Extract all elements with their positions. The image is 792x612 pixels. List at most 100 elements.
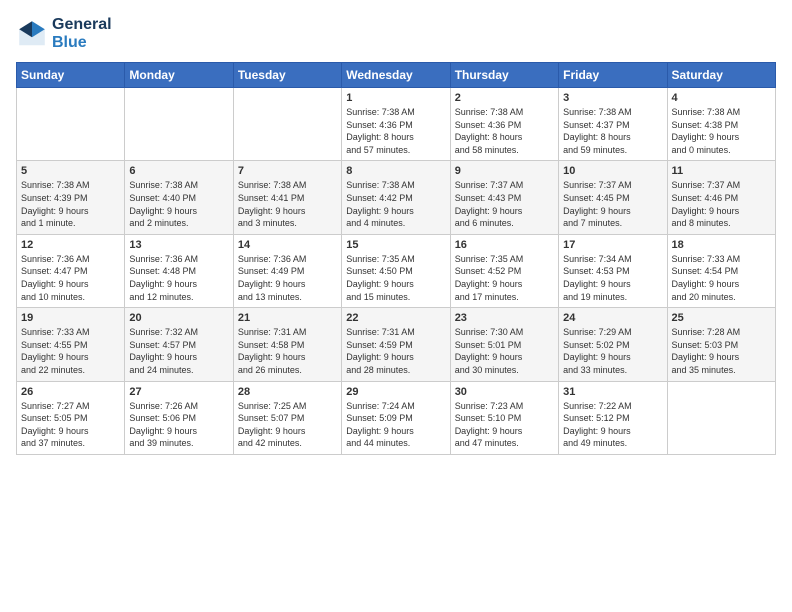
day-number: 18 [672,239,771,251]
week-row-1: 1Sunrise: 7:38 AM Sunset: 4:36 PM Daylig… [17,88,776,161]
day-info: Sunrise: 7:31 AM Sunset: 4:59 PM Dayligh… [346,326,445,376]
calendar-table: SundayMondayTuesdayWednesdayThursdayFrid… [16,62,776,455]
calendar-cell: 23 Sunrise: 7:30 AM Sunset: 5:01 PM Dayli… [450,308,558,381]
calendar-cell: 18Sunrise: 7:33 AM Sunset: 4:54 PM Dayli… [667,234,775,307]
day-number: 26 [21,386,120,398]
day-info: Sunrise: 7:23 AM Sunset: 5:10 PM Dayligh… [455,400,554,450]
day-info: Sunrise: 7:38 AM Sunset: 4:42 PM Dayligh… [346,179,445,229]
calendar-cell: 28 Sunrise: 7:25 AM Sunset: 5:07 PM Dayli… [233,381,341,454]
calendar-cell: 16 Sunrise: 7:35 AM Sunset: 4:52 PM Dayli… [450,234,558,307]
week-row-3: 12 Sunrise: 7:36 AM Sunset: 4:47 PM Dayli… [17,234,776,307]
weekday-header-saturday: Saturday [667,63,775,88]
day-info: Sunrise: 7:25 AM Sunset: 5:07 PM Dayligh… [238,400,337,450]
calendar-cell: 24Sunrise: 7:29 AM Sunset: 5:02 PM Dayli… [559,308,667,381]
day-number: 15 [346,239,445,251]
day-number: 25 [672,312,771,324]
day-number: 31 [563,386,662,398]
day-info: Sunrise: 7:38 AM Sunset: 4:40 PM Dayligh… [129,179,228,229]
calendar-cell: 2 Sunrise: 7:38 AM Sunset: 4:36 PM Daylig… [450,88,558,161]
day-number: 12 [21,239,120,251]
calendar-cell: 25 Sunrise: 7:28 AM Sunset: 5:03 PM Dayli… [667,308,775,381]
calendar-cell: 21 Sunrise: 7:31 AM Sunset: 4:58 PM Dayli… [233,308,341,381]
weekday-header-monday: Monday [125,63,233,88]
day-number: 11 [672,165,771,177]
day-number: 7 [238,165,337,177]
calendar-cell: 14 Sunrise: 7:36 AM Sunset: 4:49 PM Dayli… [233,234,341,307]
calendar-cell: 29 Sunrise: 7:24 AM Sunset: 5:09 PM Dayli… [342,381,450,454]
calendar-cell: 11 Sunrise: 7:37 AM Sunset: 4:46 PM Dayli… [667,161,775,234]
day-number: 8 [346,165,445,177]
day-info: Sunrise: 7:36 AM Sunset: 4:49 PM Dayligh… [238,253,337,303]
day-number: 6 [129,165,228,177]
calendar-cell [125,88,233,161]
logo-icon [16,18,48,50]
day-info: Sunrise: 7:28 AM Sunset: 5:03 PM Dayligh… [672,326,771,376]
day-number: 3 [563,92,662,104]
day-number: 22 [346,312,445,324]
day-number: 5 [21,165,120,177]
page-header: General Blue [16,16,776,52]
day-number: 13 [129,239,228,251]
day-info: Sunrise: 7:38 AM Sunset: 4:37 PM Dayligh… [563,106,662,156]
day-number: 14 [238,239,337,251]
day-number: 16 [455,239,554,251]
day-info: Sunrise: 7:36 AM Sunset: 4:47 PM Dayligh… [21,253,120,303]
day-info: Sunrise: 7:37 AM Sunset: 4:46 PM Dayligh… [672,179,771,229]
weekday-header-tuesday: Tuesday [233,63,341,88]
day-number: 2 [455,92,554,104]
logo: General Blue [16,16,112,52]
calendar-cell [17,88,125,161]
weekday-header-thursday: Thursday [450,63,558,88]
day-number: 9 [455,165,554,177]
day-number: 17 [563,239,662,251]
day-number: 19 [21,312,120,324]
day-number: 4 [672,92,771,104]
day-info: Sunrise: 7:35 AM Sunset: 4:52 PM Dayligh… [455,253,554,303]
day-info: Sunrise: 7:22 AM Sunset: 5:12 PM Dayligh… [563,400,662,450]
day-info: Sunrise: 7:24 AM Sunset: 5:09 PM Dayligh… [346,400,445,450]
day-info: Sunrise: 7:38 AM Sunset: 4:41 PM Dayligh… [238,179,337,229]
day-info: Sunrise: 7:36 AM Sunset: 4:48 PM Dayligh… [129,253,228,303]
day-number: 21 [238,312,337,324]
calendar-cell [667,381,775,454]
day-number: 23 [455,312,554,324]
day-info: Sunrise: 7:31 AM Sunset: 4:58 PM Dayligh… [238,326,337,376]
day-info: Sunrise: 7:30 AM Sunset: 5:01 PM Dayligh… [455,326,554,376]
calendar-cell: 30 Sunrise: 7:23 AM Sunset: 5:10 PM Dayli… [450,381,558,454]
calendar-cell: 17 Sunrise: 7:34 AM Sunset: 4:53 PM Dayli… [559,234,667,307]
weekday-header-wednesday: Wednesday [342,63,450,88]
day-info: Sunrise: 7:32 AM Sunset: 4:57 PM Dayligh… [129,326,228,376]
weekday-header-friday: Friday [559,63,667,88]
weekday-header-row: SundayMondayTuesdayWednesdayThursdayFrid… [17,63,776,88]
week-row-2: 5 Sunrise: 7:38 AM Sunset: 4:39 PM Daylig… [17,161,776,234]
calendar-cell: 22 Sunrise: 7:31 AM Sunset: 4:59 PM Dayli… [342,308,450,381]
week-row-5: 26Sunrise: 7:27 AM Sunset: 5:05 PM Dayli… [17,381,776,454]
day-info: Sunrise: 7:37 AM Sunset: 4:43 PM Dayligh… [455,179,554,229]
calendar-cell: 10Sunrise: 7:37 AM Sunset: 4:45 PM Dayli… [559,161,667,234]
day-info: Sunrise: 7:38 AM Sunset: 4:39 PM Dayligh… [21,179,120,229]
calendar-cell: 27 Sunrise: 7:26 AM Sunset: 5:06 PM Dayli… [125,381,233,454]
calendar-cell: 15Sunrise: 7:35 AM Sunset: 4:50 PM Dayli… [342,234,450,307]
day-info: Sunrise: 7:26 AM Sunset: 5:06 PM Dayligh… [129,400,228,450]
week-row-4: 19 Sunrise: 7:33 AM Sunset: 4:55 PM Dayli… [17,308,776,381]
day-info: Sunrise: 7:33 AM Sunset: 4:55 PM Dayligh… [21,326,120,376]
day-info: Sunrise: 7:34 AM Sunset: 4:53 PM Dayligh… [563,253,662,303]
calendar-cell: 8 Sunrise: 7:38 AM Sunset: 4:42 PM Daylig… [342,161,450,234]
calendar-cell: 6 Sunrise: 7:38 AM Sunset: 4:40 PM Daylig… [125,161,233,234]
calendar-cell: 31 Sunrise: 7:22 AM Sunset: 5:12 PM Dayli… [559,381,667,454]
day-number: 27 [129,386,228,398]
calendar-cell: 3 Sunrise: 7:38 AM Sunset: 4:37 PM Daylig… [559,88,667,161]
day-number: 10 [563,165,662,177]
calendar-cell: 26Sunrise: 7:27 AM Sunset: 5:05 PM Dayli… [17,381,125,454]
calendar-cell: 4Sunrise: 7:38 AM Sunset: 4:38 PM Daylig… [667,88,775,161]
day-number: 20 [129,312,228,324]
calendar-cell: 5 Sunrise: 7:38 AM Sunset: 4:39 PM Daylig… [17,161,125,234]
day-info: Sunrise: 7:38 AM Sunset: 4:36 PM Dayligh… [346,106,445,156]
day-info: Sunrise: 7:38 AM Sunset: 4:36 PM Dayligh… [455,106,554,156]
day-number: 29 [346,386,445,398]
calendar-cell: 20 Sunrise: 7:32 AM Sunset: 4:57 PM Dayli… [125,308,233,381]
logo-text: General Blue [52,16,112,52]
calendar-cell: 13 Sunrise: 7:36 AM Sunset: 4:48 PM Dayli… [125,234,233,307]
day-number: 28 [238,386,337,398]
day-number: 30 [455,386,554,398]
